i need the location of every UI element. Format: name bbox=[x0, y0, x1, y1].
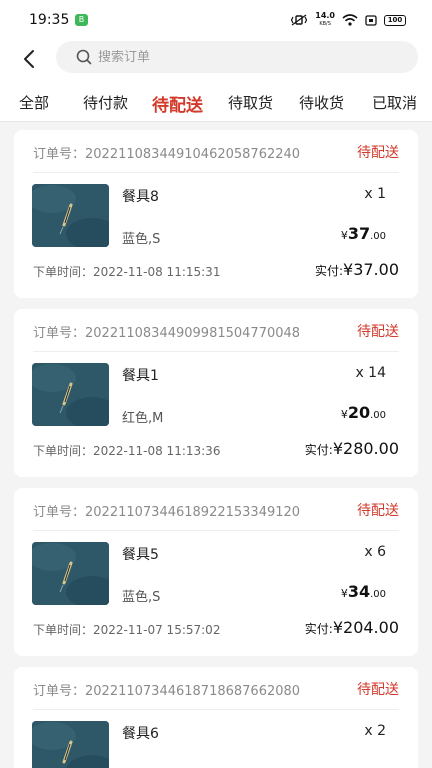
order-status: 待配送 bbox=[357, 682, 399, 698]
search-input[interactable] bbox=[98, 49, 398, 65]
order-card[interactable]: 订单号：20221107344618922153349120 待配送 餐具5 x… bbox=[14, 488, 418, 656]
product-quantity: x 6 bbox=[364, 544, 386, 560]
status-bar: 19:35 B 14.0 KB/S 100 bbox=[0, 0, 432, 40]
product-name: 餐具5 bbox=[122, 547, 159, 563]
tab-all[interactable]: 全部 bbox=[19, 92, 49, 113]
unit-price: ¥37.00 bbox=[340, 224, 386, 243]
product-thumbnail[interactable] bbox=[32, 542, 109, 605]
tab-pending-payment[interactable]: 待付款 bbox=[83, 92, 128, 113]
product-spec: 蓝色,S bbox=[122, 232, 161, 247]
order-number: 订单号：20221108344909981504770048 bbox=[33, 326, 301, 341]
product-spec: 红色,M bbox=[122, 411, 164, 426]
status-time: 19:35 bbox=[29, 12, 70, 28]
unit-price: ¥34.00 bbox=[340, 582, 386, 601]
paid-total: 实付:¥204.00 bbox=[304, 618, 399, 637]
product-thumbnail[interactable] bbox=[32, 363, 109, 426]
tab-pending-delivery[interactable]: 待配送 bbox=[152, 91, 203, 116]
order-status: 待配送 bbox=[357, 503, 399, 519]
top-bar bbox=[0, 40, 432, 80]
product-name: 餐具1 bbox=[122, 368, 159, 384]
search-bar[interactable] bbox=[56, 41, 418, 73]
app-notification-icon: B bbox=[75, 14, 88, 26]
tab-pending-receipt[interactable]: 待收货 bbox=[299, 92, 344, 113]
divider bbox=[33, 709, 399, 710]
product-name: 餐具8 bbox=[122, 189, 159, 205]
wifi-icon bbox=[342, 14, 358, 26]
product-thumbnail[interactable] bbox=[32, 721, 109, 768]
product-quantity: x 14 bbox=[355, 365, 386, 381]
divider bbox=[33, 530, 399, 531]
search-icon bbox=[76, 49, 92, 65]
order-card[interactable]: 订单号：20221108344910462058762240 待配送 餐具8 x… bbox=[14, 130, 418, 298]
back-button[interactable] bbox=[14, 44, 44, 74]
product-name: 餐具6 bbox=[122, 726, 159, 742]
mute-vibrate-icon bbox=[291, 14, 308, 26]
tab-cancelled[interactable]: 已取消 bbox=[372, 92, 417, 113]
order-status-tabs: 全部 待付款 待配送 待取货 待收货 已取消 bbox=[0, 80, 432, 122]
order-time: 下单时间：2022-11-08 11:13:36 bbox=[33, 444, 221, 458]
order-status: 待配送 bbox=[357, 145, 399, 161]
sim-card-icon bbox=[365, 14, 377, 26]
product-quantity: x 2 bbox=[364, 723, 386, 739]
order-time: 下单时间：2022-11-07 15:57:02 bbox=[33, 623, 221, 637]
back-arrow-icon bbox=[24, 50, 34, 68]
order-card[interactable]: 订单号：20221108344909981504770048 待配送 餐具1 x… bbox=[14, 309, 418, 477]
paid-total: 实付:¥37.00 bbox=[314, 260, 399, 279]
tab-pending-pickup[interactable]: 待取货 bbox=[228, 92, 273, 113]
status-icons: 14.0 KB/S 100 bbox=[290, 11, 406, 29]
order-status: 待配送 bbox=[357, 324, 399, 340]
network-speed: 14.0 KB/S bbox=[315, 11, 335, 28]
product-thumbnail[interactable] bbox=[32, 184, 109, 247]
order-number: 订单号：20221107344618718687662080 bbox=[33, 684, 301, 699]
divider bbox=[33, 172, 399, 173]
order-time: 下单时间：2022-11-08 11:15:31 bbox=[33, 265, 221, 279]
order-number: 订单号：20221107344618922153349120 bbox=[33, 505, 301, 520]
order-card[interactable]: 订单号：20221107344618718687662080 待配送 餐具6 x… bbox=[14, 667, 418, 768]
unit-price: ¥20.00 bbox=[340, 403, 386, 422]
product-spec: 蓝色,S bbox=[122, 590, 161, 605]
battery-icon: 100 bbox=[384, 14, 406, 26]
product-quantity: x 1 bbox=[364, 186, 386, 202]
divider bbox=[33, 351, 399, 352]
paid-total: 实付:¥280.00 bbox=[304, 439, 399, 458]
order-number: 订单号：20221108344910462058762240 bbox=[33, 147, 301, 162]
